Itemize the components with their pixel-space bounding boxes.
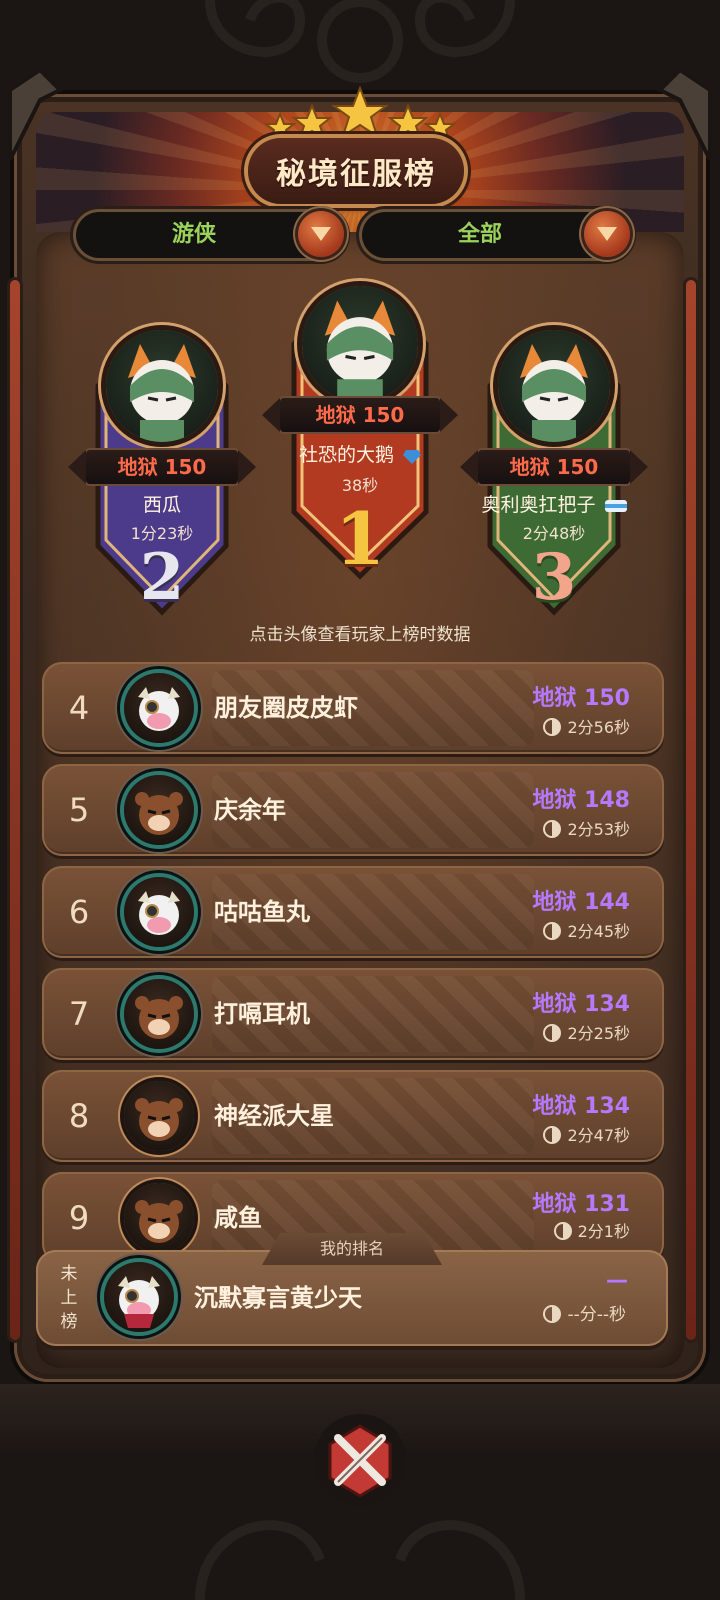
level-tag: 地狱 150 bbox=[68, 450, 256, 484]
row-rank: 5 bbox=[68, 791, 90, 829]
player-name-text: 社恐的大鹅 bbox=[298, 444, 394, 466]
bear-avatar-icon[interactable] bbox=[124, 775, 194, 845]
rank-number: 1 bbox=[334, 496, 386, 581]
row-rank: 7 bbox=[68, 995, 90, 1033]
player-name-text: 奥利奥扛把子 bbox=[481, 494, 596, 516]
row-player-name: 朋友圈皮皮虾 bbox=[214, 694, 358, 722]
row-rank: 6 bbox=[68, 893, 90, 931]
clock-icon bbox=[543, 922, 562, 940]
row-time: 2分1秒 bbox=[553, 1218, 630, 1242]
row-time-text: 2分47秒 bbox=[567, 1126, 630, 1145]
scope-filter-dropdown[interactable]: 全部 bbox=[362, 211, 630, 258]
id-card-icon bbox=[604, 499, 627, 512]
five-stars-icon bbox=[263, 85, 457, 140]
bear-avatar-icon[interactable] bbox=[124, 1183, 194, 1253]
row-player-name: 神经派大星 bbox=[214, 1102, 334, 1130]
row-time-text: 2分25秒 bbox=[567, 1024, 630, 1043]
row-player-name: 打嗝耳机 bbox=[214, 1000, 310, 1028]
cow-avatar-icon[interactable] bbox=[124, 673, 194, 743]
row-level: 地狱 134 bbox=[532, 1094, 630, 1119]
level-tag: 地狱 150 bbox=[262, 398, 458, 432]
player-name: 奥利奥扛把子 bbox=[456, 490, 652, 517]
player-avatar[interactable] bbox=[498, 330, 610, 442]
page-title: 秘境征服榜 bbox=[276, 157, 436, 192]
bear-avatar-icon[interactable] bbox=[124, 1081, 194, 1151]
row-player-name: 咕咕鱼丸 bbox=[214, 898, 310, 926]
row-level: 地狱 150 bbox=[532, 686, 630, 711]
blue-gem-icon bbox=[403, 449, 422, 464]
ranking-row[interactable]: 7 打嗝耳机 地狱 134 2分25秒 bbox=[42, 968, 664, 1060]
my-avatar-icon[interactable] bbox=[104, 1262, 174, 1332]
row-player-name: 庆余年 bbox=[214, 796, 286, 824]
rank-number: 3 bbox=[531, 540, 577, 615]
bear-avatar-icon[interactable] bbox=[124, 979, 194, 1049]
ranking-row[interactable]: 6 咕咕鱼丸 地狱 144 2分45秒 bbox=[42, 866, 664, 958]
clock-icon bbox=[543, 718, 562, 736]
row-time-text: 2分1秒 bbox=[577, 1222, 630, 1241]
row-rank: 4 bbox=[68, 689, 90, 727]
row-time: 2分45秒 bbox=[543, 918, 630, 942]
row-level: 地狱 134 bbox=[532, 992, 630, 1017]
row-time: 2分56秒 bbox=[543, 714, 630, 738]
class-filter-label: 游侠 bbox=[171, 222, 216, 247]
my-rank-status: 未上榜 bbox=[60, 1264, 78, 1332]
ranking-row[interactable]: 5 庆余年 地狱 148 2分53秒 bbox=[42, 764, 664, 856]
row-time: 2分25秒 bbox=[543, 1020, 630, 1044]
clock-icon bbox=[543, 1024, 562, 1042]
left-rail bbox=[10, 280, 20, 1340]
player-avatar[interactable] bbox=[302, 286, 418, 402]
row-time-text: 2分45秒 bbox=[567, 922, 630, 941]
row-time-text: 2分53秒 bbox=[567, 820, 630, 839]
right-rail bbox=[686, 280, 696, 1340]
row-level: 地狱 131 bbox=[532, 1192, 630, 1217]
title-plate: 秘境征服榜 bbox=[248, 138, 464, 204]
scope-filter-label: 全部 bbox=[457, 222, 502, 247]
clock-icon bbox=[543, 1126, 562, 1144]
player-name: 社恐的大鹅 bbox=[270, 440, 450, 467]
my-time-text: --分--秒 bbox=[567, 1305, 626, 1325]
hint-text: 点击头像查看玩家上榜时数据 bbox=[249, 625, 471, 645]
clock-icon bbox=[543, 1305, 562, 1323]
cow-avatar-icon[interactable] bbox=[124, 877, 194, 947]
row-level: 地狱 144 bbox=[532, 890, 630, 915]
level-tag: 地狱 150 bbox=[460, 450, 648, 484]
row-time: 2分53秒 bbox=[543, 816, 630, 840]
class-filter-dropdown[interactable]: 游侠 bbox=[76, 211, 344, 258]
clear-time: 38秒 bbox=[341, 476, 379, 495]
fox-avatar-icon bbox=[128, 344, 196, 442]
ranking-row[interactable]: 8 神经派大星 地狱 134 2分47秒 bbox=[42, 1070, 664, 1162]
my-player-name: 沉默寡言黄少天 bbox=[194, 1284, 362, 1312]
rank-number: 2 bbox=[139, 540, 185, 615]
ranking-row[interactable]: 4 朋友圈皮皮虾 地狱 150 2分56秒 bbox=[42, 662, 664, 754]
row-rank: 8 bbox=[68, 1097, 90, 1135]
my-level: — bbox=[606, 1268, 628, 1293]
player-avatar[interactable] bbox=[106, 330, 218, 442]
row-time-text: 2分56秒 bbox=[567, 718, 630, 737]
row-time: 2分47秒 bbox=[543, 1122, 630, 1146]
chevron-down-icon[interactable] bbox=[584, 211, 630, 257]
clock-icon bbox=[543, 820, 562, 838]
fox-avatar-icon bbox=[520, 344, 588, 442]
close-icon[interactable] bbox=[312, 1412, 408, 1508]
my-rank-tab: 我的排名 bbox=[262, 1233, 442, 1265]
my-time: --分--秒 bbox=[543, 1300, 626, 1325]
chevron-down-icon[interactable] bbox=[298, 211, 344, 257]
fox-avatar-icon bbox=[324, 300, 396, 402]
player-name: 西瓜 bbox=[142, 494, 181, 516]
row-level: 地狱 148 bbox=[532, 788, 630, 813]
clock-icon bbox=[553, 1222, 572, 1240]
